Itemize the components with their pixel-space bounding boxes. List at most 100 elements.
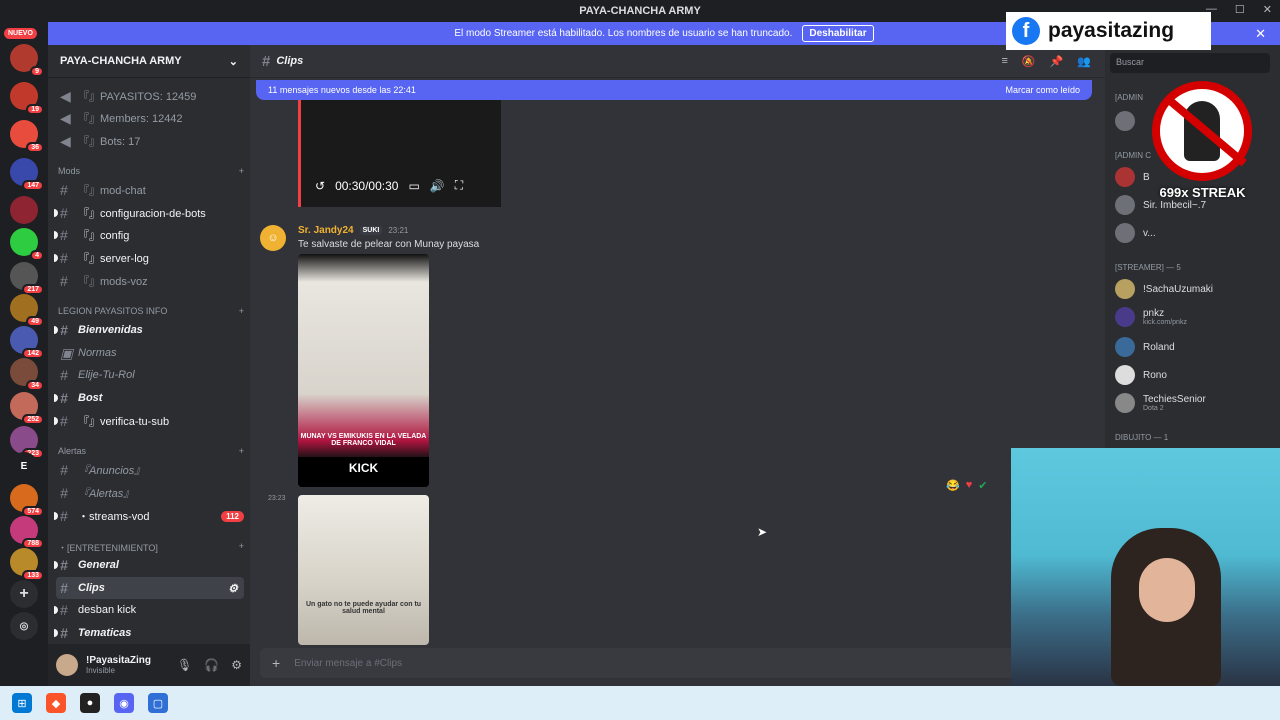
- members-icon[interactable]: 👥: [1077, 55, 1091, 68]
- member-item[interactable]: Rono: [1115, 365, 1275, 385]
- disable-streamer-button[interactable]: Deshabilitar: [802, 25, 874, 42]
- voice-stat[interactable]: ◀ 『』Members: 12442: [56, 107, 244, 129]
- channel-item[interactable]: # General: [54, 554, 244, 576]
- microphone-icon[interactable]: 🎙: [177, 658, 192, 672]
- server-icon[interactable]: 788: [10, 516, 44, 549]
- chevron-down-icon[interactable]: ⌄: [229, 55, 238, 68]
- heart-icon[interactable]: ♥: [966, 479, 973, 492]
- server-icon[interactable]: 147: [10, 158, 44, 191]
- message-author[interactable]: Sr. Jandy24: [298, 225, 354, 236]
- server-icon[interactable]: 34: [10, 358, 44, 391]
- gear-icon[interactable]: ⚙: [231, 658, 242, 672]
- channel-item[interactable]: # 『Anuncios』: [56, 459, 244, 481]
- check-icon[interactable]: ✔: [978, 479, 987, 492]
- plus-icon[interactable]: +: [239, 541, 244, 554]
- mark-read-button[interactable]: Marcar como leído: [1005, 85, 1080, 95]
- video-thumbnail[interactable]: Un gato no te puede ayudar con tu salud …: [298, 495, 429, 645]
- server-icon[interactable]: 19: [10, 82, 44, 115]
- pin-icon[interactable]: 📌: [1050, 55, 1064, 68]
- channel-item[interactable]: # desban kick: [54, 599, 244, 621]
- category-legion[interactable]: LEGION PAYASITOS INFO +: [58, 306, 244, 316]
- category-entretenimiento[interactable]: ・[ENTRETENIMIENTO] +: [58, 541, 244, 554]
- message-composer[interactable]: + Enviar mensaje a #Clips 🎁 ▦: [260, 648, 1095, 678]
- channel-item[interactable]: # Tematicas: [54, 622, 244, 644]
- hash-icon: #: [60, 557, 68, 573]
- video-embed[interactable]: ↺ 00:30/00:30 ▭ 🔊 ⛶: [298, 100, 501, 207]
- thumbnail-caption: MUNAY VS EMIKUKIS EN LA VELADA DE FRANCO…: [300, 433, 427, 447]
- server-icon[interactable]: 36: [10, 120, 44, 153]
- composer-placeholder[interactable]: Enviar mensaje a #Clips: [294, 658, 402, 669]
- server-icon[interactable]: 4: [10, 228, 44, 261]
- avatar: [1115, 365, 1135, 385]
- channel-item[interactable]: # 『』verifica-tu-sub: [54, 410, 244, 432]
- laugh-emoji-icon[interactable]: 😂: [946, 479, 960, 492]
- channel-item[interactable]: # Bost: [54, 387, 244, 409]
- server-icon[interactable]: 49: [10, 294, 44, 327]
- avatar[interactable]: ☺: [260, 225, 286, 251]
- taskbar: ⊞ ◆ ● ◉ ▢: [0, 686, 1280, 720]
- category-mods[interactable]: Mods +: [58, 166, 244, 176]
- server-icon[interactable]: 217: [10, 262, 44, 295]
- brave-browser-icon[interactable]: ◆: [46, 693, 66, 713]
- plus-icon[interactable]: +: [239, 306, 244, 316]
- member-item[interactable]: v...: [1115, 223, 1275, 243]
- plus-icon[interactable]: +: [239, 446, 244, 456]
- plus-icon[interactable]: +: [239, 166, 244, 176]
- headphones-icon[interactable]: 🎧: [204, 658, 219, 672]
- message-time: 23:23: [268, 495, 286, 502]
- channel-item[interactable]: # 『』server-log: [54, 247, 244, 269]
- add-server-icon[interactable]: +: [10, 580, 38, 608]
- settings-icon[interactable]: ⚙: [228, 582, 244, 595]
- avatar[interactable]: [56, 654, 78, 676]
- server-icon[interactable]: 252: [10, 392, 44, 425]
- new-messages-bar[interactable]: 11 mensajes nuevos desde las 22:41 Marca…: [256, 80, 1092, 100]
- windows-start-icon[interactable]: ⊞: [12, 693, 32, 713]
- member-item[interactable]: !SachaUzumaki: [1115, 279, 1275, 299]
- channel-item[interactable]: # 『』mods-voz: [56, 270, 244, 292]
- maximize-button[interactable]: ☐: [1235, 3, 1245, 16]
- obs-icon[interactable]: ●: [80, 693, 100, 713]
- channel-item[interactable]: ▣ Normas: [56, 342, 244, 364]
- add-attachment-icon[interactable]: +: [272, 655, 280, 671]
- channel-item[interactable]: # 『』configuracion-de-bots: [54, 202, 244, 224]
- server-icon[interactable]: 142: [10, 326, 44, 359]
- member-item[interactable]: Roland: [1115, 337, 1275, 357]
- server-icon[interactable]: [10, 196, 38, 224]
- voice-stat[interactable]: ◀ 『』Bots: 17: [56, 130, 244, 152]
- fullscreen-icon[interactable]: ⛶: [455, 178, 463, 193]
- guild-name: PAYA-CHANCHA ARMY: [60, 55, 182, 67]
- guild-header[interactable]: PAYA-CHANCHA ARMY ⌄: [48, 45, 250, 78]
- discord-icon[interactable]: ◉: [114, 693, 134, 713]
- member-item[interactable]: pnkz kick.com/pnkz: [1115, 307, 1275, 327]
- category-alertas[interactable]: Alertas +: [58, 446, 244, 456]
- voice-stat[interactable]: ◀ 『』PAYASITOS: 12459: [56, 85, 244, 107]
- search-input[interactable]: Buscar: [1110, 53, 1270, 73]
- member-category: [ADMIN: [1115, 93, 1143, 102]
- volume-icon[interactable]: 🔊: [430, 179, 445, 193]
- member-item[interactable]: TechiesSenior Dota 2: [1115, 393, 1275, 413]
- server-icon[interactable]: 574: [10, 484, 44, 517]
- server-icon[interactable]: 133: [10, 548, 44, 581]
- channel-item[interactable]: # ・streams-vod 112: [54, 505, 244, 527]
- threads-icon[interactable]: ≡: [1001, 55, 1007, 68]
- channel-item[interactable]: # 『Alertas』: [56, 482, 244, 504]
- captions-icon[interactable]: ▭: [408, 179, 419, 193]
- close-window-button[interactable]: ✕: [1263, 3, 1272, 16]
- channel-item[interactable]: # Bienvenidas: [54, 319, 244, 341]
- kick-logo: KICK: [298, 457, 429, 487]
- hash-icon: #: [60, 625, 68, 641]
- server-letter-icon[interactable]: E: [10, 452, 38, 480]
- server-icon[interactable]: 9: [10, 44, 44, 77]
- channel-item[interactable]: # 『』mod-chat: [56, 179, 244, 201]
- explore-icon[interactable]: ◎: [10, 612, 38, 640]
- channel-item[interactable]: # Elije-Tu-Rol: [56, 364, 244, 386]
- server-icon[interactable]: 223: [10, 426, 44, 459]
- app-icon[interactable]: ▢: [148, 693, 168, 713]
- video-thumbnail[interactable]: MUNAY VS EMIKUKIS EN LA VELADA DE FRANCO…: [298, 254, 429, 487]
- channel-item-active[interactable]: # Clips ⚙: [56, 577, 244, 599]
- mute-icon[interactable]: 🔕: [1022, 55, 1036, 68]
- channel-sidebar: PAYA-CHANCHA ARMY ⌄ ◀ 『』PAYASITOS: 12459 …: [48, 45, 250, 686]
- replay-icon[interactable]: ↺: [315, 179, 325, 193]
- close-icon[interactable]: ✕: [1255, 26, 1266, 42]
- channel-item[interactable]: # 『』config: [54, 224, 244, 246]
